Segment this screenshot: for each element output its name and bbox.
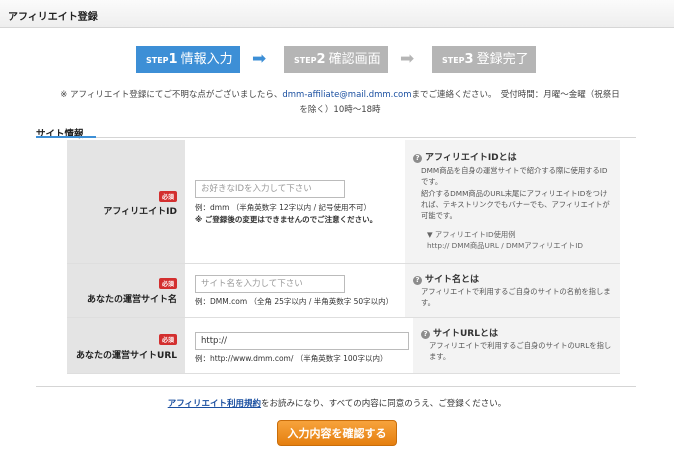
field-input-cell: 例：http://www.dmm.com/ （半角英数字 100字以内） (185, 318, 413, 373)
step-2-number: 2 (316, 52, 326, 67)
contact-notice: ※ アフィリエイト登録にてご不明な点がございましたら、dmm-affiliate… (60, 88, 620, 118)
contact-email-link[interactable]: dmm-affiliate@mail.dmm.com (282, 90, 411, 100)
terms-link[interactable]: アフィリエイト利用規約 (168, 399, 261, 409)
step-1-label: 情報入力 (180, 52, 233, 67)
field-label-cell: 必須 アフィリエイトID (67, 140, 185, 263)
section-divider (36, 137, 636, 138)
site-url-info-title: サイトURLとは (433, 329, 498, 339)
site-name-info-body: アフィリエイトで利用するご自身のサイトの名前を指します。 (421, 287, 611, 307)
field-label-cell: 必須 あなたの運営サイト名 (67, 264, 185, 317)
site-url-input[interactable] (195, 332, 409, 350)
notice-text-pre: ※ アフィリエイト登録にてご不明な点がございましたら、 (60, 90, 283, 100)
help-icon: ? (413, 154, 422, 163)
field-input-cell: 例：DMM.com （全角 25字以内 / 半角英数字 50字以内） (185, 264, 405, 317)
help-icon: ? (413, 276, 422, 285)
page-title: アフィリエイト登録 (8, 12, 98, 23)
form-row-site-url: 必須 あなたの運営サイトURL 例：http://www.dmm.com/ （半… (67, 318, 620, 374)
step-3-prefix: STEP (442, 56, 465, 65)
site-name-input[interactable] (195, 275, 345, 293)
terms-agreement-text: をお読みになり、すべての内容に同意のうえ、ご登録ください。 (261, 399, 507, 409)
affiliate-id-label: アフィリエイトID (103, 207, 177, 217)
site-name-label: あなたの運営サイト名 (86, 295, 177, 305)
required-badge: 必須 (158, 334, 177, 345)
required-badge: 必須 (158, 278, 177, 289)
affiliate-id-info-body2: 紹介するDMM商品のURL末尾にアフィリエイトIDをつければ、テキストリンクでも… (421, 189, 610, 220)
arrow-right-icon: ➡ (400, 49, 415, 69)
step-3-number: 3 (464, 52, 474, 67)
affiliate-id-info-title: アフィリエイトIDとは (425, 153, 517, 163)
affiliate-id-warning: ※ ご登録後の変更はできませんのでご注意ください。 (195, 215, 378, 224)
site-name-info-title: サイト名とは (425, 275, 480, 285)
site-url-example: 例：http://www.dmm.com/ （半角英数字 100字以内） (195, 354, 388, 363)
site-name-example: 例：DMM.com （全角 25字以内 / 半角英数字 50字以内） (195, 297, 394, 306)
site-url-label: あなたの運営サイトURL (76, 351, 177, 361)
step-2-label: 確認画面 (328, 52, 381, 67)
form-row-affiliate-id: 必須 アフィリエイトID 例：dmm （半角英数字 12字以内 / 記号使用不可… (67, 140, 620, 264)
affiliate-id-input[interactable] (195, 180, 345, 198)
affiliate-id-example-url: http:// DMM商品URL / DMMアフィリエイトID (427, 241, 583, 250)
confirm-input-button[interactable]: 入力内容を確認する (277, 420, 397, 446)
step-1: STEP1 情報入力 (136, 46, 240, 73)
help-icon: ? (421, 330, 430, 339)
affiliate-id-example-title: ▼ アフィリエイトID使用例 (427, 230, 516, 239)
site-name-info: ? サイト名とは アフィリエイトで利用するご自身のサイトの名前を指します。 (405, 264, 620, 317)
form-row-site-name: 必須 あなたの運営サイト名 例：DMM.com （全角 25字以内 / 半角英数… (67, 264, 620, 318)
site-url-info: ? サイトURLとは アフィリエイトで利用するご自身のサイトのURLを指します。 (413, 318, 620, 373)
affiliate-id-info: ? アフィリエイトIDとは DMM商品を自身の運営サイトで紹介する際に使用するID… (405, 140, 620, 263)
step-3-label: 登録完了 (476, 52, 529, 67)
field-label-cell: 必須 あなたの運営サイトURL (67, 318, 185, 373)
step-2-prefix: STEP (294, 56, 317, 65)
affiliate-id-example: 例：dmm （半角英数字 12字以内 / 記号使用不可） (195, 203, 371, 212)
step-1-prefix: STEP (146, 56, 169, 65)
page-header: アフィリエイト登録 (0, 0, 674, 28)
step-2: STEP2 確認画面 (284, 46, 388, 73)
step-3: STEP3 登録完了 (432, 46, 536, 73)
form-divider (36, 386, 636, 387)
affiliate-id-info-body1: DMM商品を自身の運営サイトで紹介する際に使用するIDです。 (421, 166, 608, 186)
step-1-number: 1 (168, 52, 178, 67)
section-accent (36, 136, 96, 138)
terms-agreement: アフィリエイト利用規約をお読みになり、すべての内容に同意のうえ、ご登録ください。 (0, 397, 674, 409)
site-url-info-body: アフィリエイトで利用するご自身のサイトのURLを指します。 (429, 341, 612, 361)
required-badge: 必須 (158, 191, 177, 202)
field-input-cell: 例：dmm （半角英数字 12字以内 / 記号使用不可） ※ ご登録後の変更はで… (185, 140, 405, 263)
arrow-right-icon: ➡ (252, 49, 267, 69)
